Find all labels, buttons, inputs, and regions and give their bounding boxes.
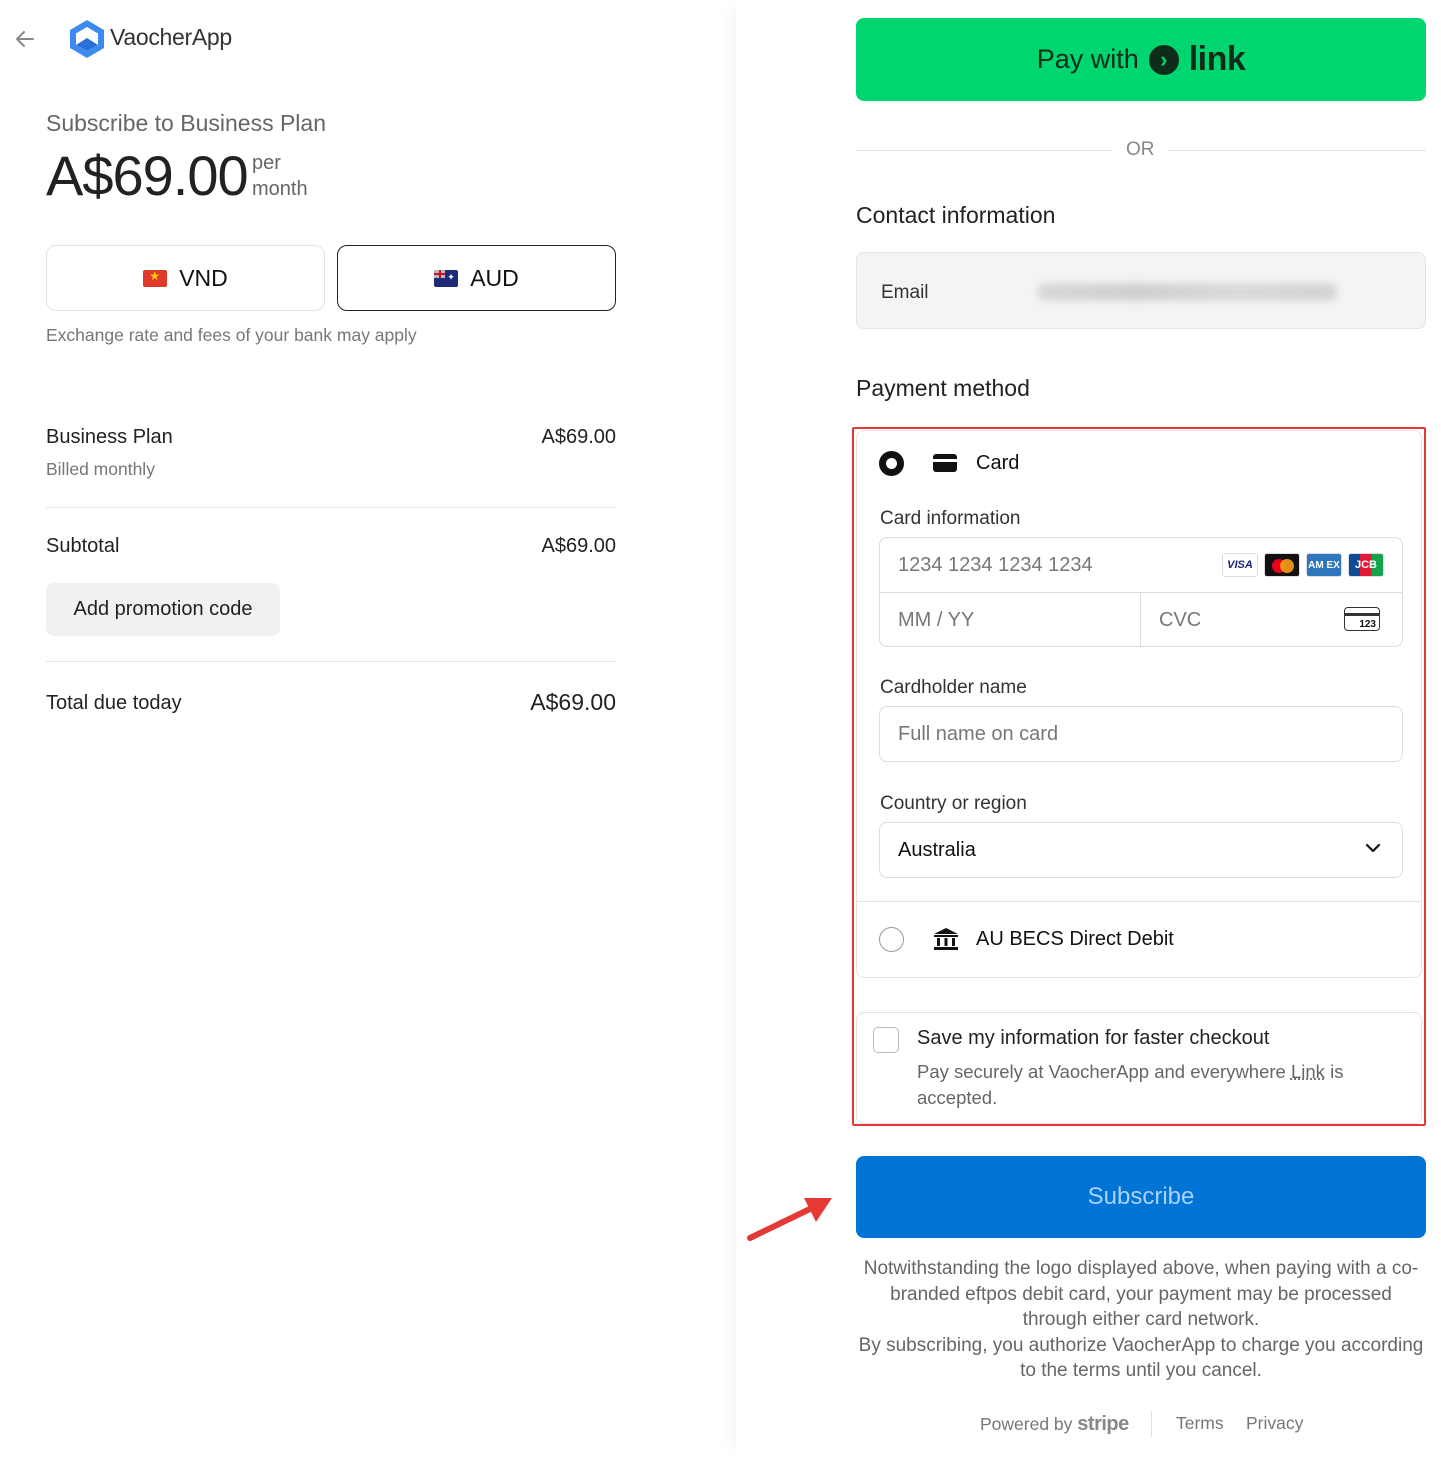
jcb-icon: JCB xyxy=(1348,553,1384,577)
card-radio[interactable] xyxy=(879,451,904,476)
checkout-panel: Pay with › link OR Contact information E… xyxy=(736,0,1441,1458)
link-info-link[interactable]: Link xyxy=(1291,1061,1325,1082)
chevron-down-icon xyxy=(1365,843,1381,853)
amex-icon: AM EX xyxy=(1306,553,1342,577)
pay-with-label: Pay with xyxy=(1036,44,1139,74)
divider xyxy=(46,507,616,508)
line-item-amount: A$69.00 xyxy=(541,426,616,448)
price-amount: A$69.00 xyxy=(46,144,249,207)
save-info-description: Pay securely at VaocherApp and everywher… xyxy=(917,1059,1397,1111)
bank-icon xyxy=(934,928,958,950)
email-value-redacted xyxy=(1037,283,1337,301)
divider xyxy=(880,592,1402,593)
arrow-left-icon[interactable] xyxy=(12,26,38,52)
cvc-card-icon: 123 xyxy=(1344,607,1380,631)
cardholder-name-label: Cardholder name xyxy=(880,677,1027,698)
currency-code: VND xyxy=(179,264,228,291)
or-divider-right xyxy=(1168,150,1426,151)
currency-code: AUD xyxy=(470,264,519,291)
divider xyxy=(1151,1411,1152,1437)
save-desc-prefix: Pay securely at VaocherApp and everywher… xyxy=(917,1061,1291,1082)
mastercard-icon xyxy=(1264,553,1300,577)
currency-aud-button[interactable]: AUD xyxy=(337,245,616,311)
line-item-name: Business Plan xyxy=(46,426,173,448)
credit-card-icon xyxy=(933,454,957,472)
terms-link[interactable]: Terms xyxy=(1176,1413,1224,1434)
order-summary-panel: VaocherApp Subscribe to Business Plan A$… xyxy=(0,0,736,1458)
country-select[interactable]: Australia xyxy=(879,822,1403,878)
legal-line-1: Notwithstanding the logo displayed above… xyxy=(863,1258,1419,1330)
email-label: Email xyxy=(881,282,929,303)
cvc-input[interactable]: CVC xyxy=(1159,609,1201,632)
line-item-billing: Billed monthly xyxy=(46,459,155,479)
card-information-group: 1234 1234 1234 1234 VISA AM EX JCB MM / … xyxy=(879,537,1403,647)
vaocherapp-logo-icon[interactable] xyxy=(66,18,108,60)
brand-name: VaocherApp xyxy=(110,24,232,50)
price-period: per month xyxy=(252,150,308,202)
price-period-line2: month xyxy=(252,178,308,200)
annotation-arrow-icon xyxy=(747,1198,832,1241)
legal-text: Notwithstanding the logo displayed above… xyxy=(856,1256,1426,1384)
contact-heading: Contact information xyxy=(856,202,1056,228)
subscribe-button[interactable]: Subscribe xyxy=(856,1156,1426,1238)
subtotal-amount: A$69.00 xyxy=(541,535,616,557)
becs-option-label[interactable]: AU BECS Direct Debit xyxy=(976,928,1174,951)
pay-with-link-button[interactable]: Pay with › link xyxy=(856,18,1426,101)
divider xyxy=(1140,592,1141,646)
link-logo-text: link xyxy=(1188,40,1246,78)
card-brands: VISA AM EX JCB xyxy=(1222,553,1384,577)
total-amount: A$69.00 xyxy=(530,689,616,715)
becs-radio[interactable] xyxy=(879,927,904,952)
or-divider-left xyxy=(856,150,1112,151)
card-option-label[interactable]: Card xyxy=(976,452,1019,475)
visa-icon: VISA xyxy=(1222,553,1258,577)
cardholder-name-placeholder: Full name on card xyxy=(898,723,1059,745)
australia-flag-icon xyxy=(434,269,459,287)
divider xyxy=(46,661,616,662)
cardholder-name-input[interactable]: Full name on card xyxy=(879,706,1403,762)
country-label: Country or region xyxy=(880,793,1027,814)
price-period-line1: per xyxy=(252,152,281,174)
cvc-icon-text: 123 xyxy=(1358,619,1377,630)
powered-by-stripe[interactable]: Powered by stripe xyxy=(980,1413,1129,1436)
currency-vnd-button[interactable]: VND xyxy=(46,245,325,311)
or-text: OR xyxy=(1126,139,1155,160)
add-promotion-code-button[interactable]: Add promotion code xyxy=(46,583,280,636)
total-label: Total due today xyxy=(46,692,182,714)
stripe-logo-text: stripe xyxy=(1077,1413,1129,1435)
privacy-link[interactable]: Privacy xyxy=(1246,1413,1303,1434)
card-information-label: Card information xyxy=(880,508,1021,529)
payment-method-heading: Payment method xyxy=(856,375,1030,401)
country-value: Australia xyxy=(898,839,976,861)
vietnam-flag-icon xyxy=(143,269,168,287)
powered-by-text: Powered by xyxy=(980,1414,1073,1434)
subscribe-title: Subscribe to Business Plan xyxy=(46,110,326,136)
save-info-title[interactable]: Save my information for faster checkout xyxy=(917,1027,1269,1050)
email-field[interactable]: Email xyxy=(856,252,1426,329)
legal-line-2: By subscribing, you authorize VaocherApp… xyxy=(858,1334,1424,1382)
subtotal-label: Subtotal xyxy=(46,535,120,557)
link-chevron-icon: › xyxy=(1148,44,1179,75)
save-info-box: Save my information for faster checkout … xyxy=(856,1012,1422,1124)
card-number-input[interactable]: 1234 1234 1234 1234 xyxy=(898,554,1093,577)
divider xyxy=(857,901,1421,902)
save-info-checkbox[interactable] xyxy=(873,1027,899,1053)
exchange-note: Exchange rate and fees of your bank may … xyxy=(46,325,417,345)
expiry-input[interactable]: MM / YY xyxy=(898,609,974,632)
